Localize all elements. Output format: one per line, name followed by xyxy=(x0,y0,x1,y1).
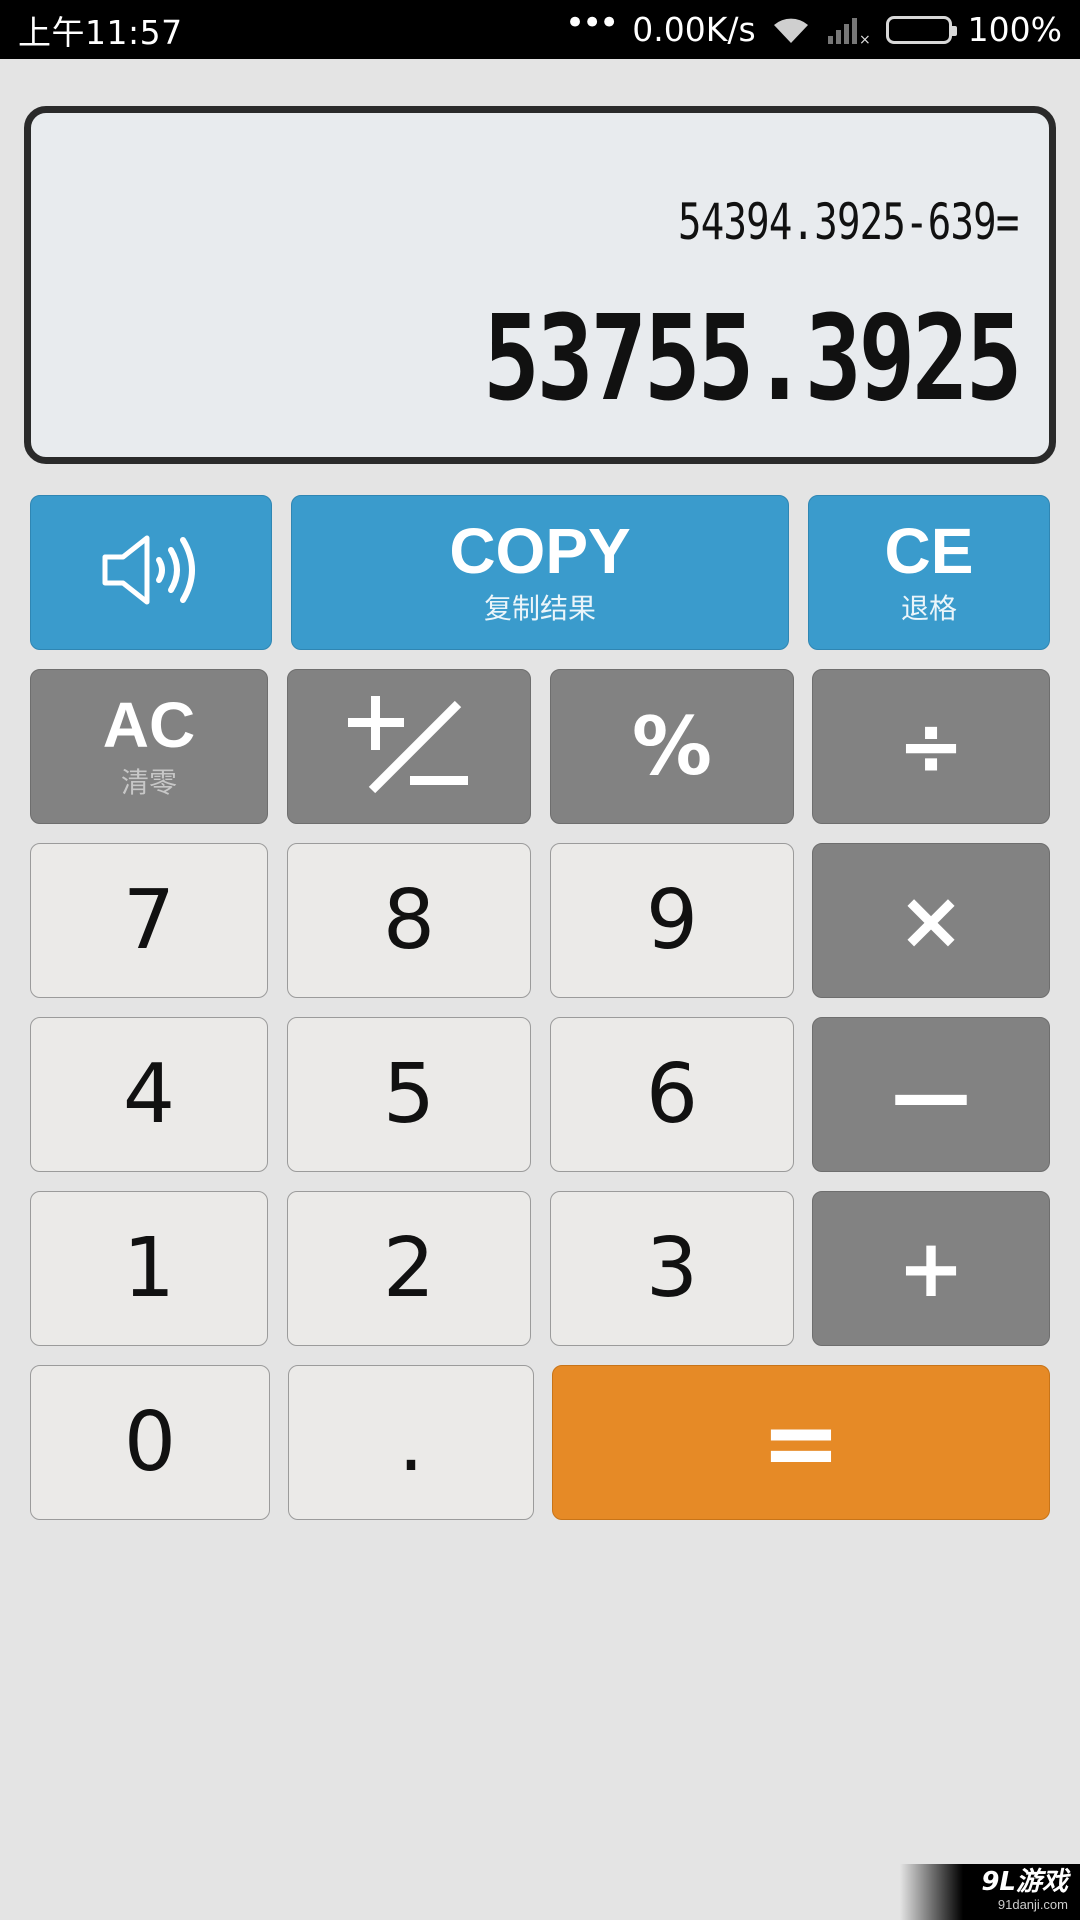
decimal-button[interactable]: . xyxy=(288,1365,534,1520)
watermark-logo: 9L游戏 91danji.com xyxy=(900,1864,1080,1920)
watermark-brand: 9L游戏 xyxy=(981,1867,1068,1897)
decimal-label: . xyxy=(397,1394,425,1490)
digit-5-button[interactable]: 5 xyxy=(287,1017,531,1172)
multiply-label: × xyxy=(897,873,965,967)
ac-sub-label: 清零 xyxy=(120,765,177,799)
percent-label: % xyxy=(631,699,713,793)
digit-5-label: 5 xyxy=(382,1046,436,1142)
watermark-url: 91danji.com xyxy=(997,1896,1068,1912)
copy-button[interactable]: COPY 复制结果 xyxy=(291,495,789,650)
digit-7-button[interactable]: 7 xyxy=(30,843,268,998)
status-right: ••• 0.00K/s × 100% xyxy=(565,6,1062,50)
minus-button[interactable]: — xyxy=(812,1017,1050,1172)
svg-text:×: × xyxy=(859,32,870,46)
digit-9-button[interactable]: 9 xyxy=(550,843,794,998)
copy-label: COPY xyxy=(449,514,631,587)
ce-label: CE xyxy=(884,514,974,587)
digit-1-button[interactable]: 1 xyxy=(30,1191,268,1346)
ac-label: AC xyxy=(102,688,196,761)
calculator-display: 54394.3925-639= 53755.3925 xyxy=(24,106,1056,464)
plus-minus-icon xyxy=(344,694,474,799)
digit-4-label: 4 xyxy=(122,1046,176,1142)
digit-7-label: 7 xyxy=(122,872,176,968)
plus-button[interactable]: + xyxy=(812,1191,1050,1346)
wifi-icon xyxy=(772,15,810,45)
digit-8-button[interactable]: 8 xyxy=(287,843,531,998)
digit-1-label: 1 xyxy=(122,1220,176,1316)
digit-6-label: 6 xyxy=(645,1046,699,1142)
digit-0-button[interactable]: 0 xyxy=(30,1365,270,1520)
divide-label: ÷ xyxy=(897,699,965,793)
signal-icon: × xyxy=(826,14,870,46)
digit-0-label: 0 xyxy=(123,1394,177,1490)
digit-3-button[interactable]: 3 xyxy=(550,1191,794,1346)
digit-3-label: 3 xyxy=(645,1220,699,1316)
digit-4-button[interactable]: 4 xyxy=(30,1017,268,1172)
network-speed: 0.00K/s xyxy=(632,10,756,49)
speaker-icon xyxy=(99,530,203,615)
copy-sub-label: 复制结果 xyxy=(483,591,596,625)
battery-icon xyxy=(885,15,957,44)
backspace-button[interactable]: CE 退格 xyxy=(808,495,1050,650)
more-dots-icon: ••• xyxy=(565,2,619,43)
equals-button[interactable]: = xyxy=(552,1365,1050,1520)
divide-button[interactable]: ÷ xyxy=(812,669,1050,824)
ce-sub-label: 退格 xyxy=(900,591,957,625)
plus-minus-button[interactable] xyxy=(287,669,531,824)
digit-2-button[interactable]: 2 xyxy=(287,1191,531,1346)
status-time: 上午11:57 xyxy=(18,12,183,52)
percent-button[interactable]: % xyxy=(550,669,794,824)
equals-label: = xyxy=(760,1386,842,1499)
battery-percent: 100% xyxy=(967,10,1062,49)
digit-8-label: 8 xyxy=(382,872,436,968)
multiply-button[interactable]: × xyxy=(812,843,1050,998)
status-bar: 上午11:57 ••• 0.00K/s × 100% xyxy=(0,0,1080,59)
minus-label: — xyxy=(891,1047,971,1141)
result-text: 53755.3925 xyxy=(482,289,1023,427)
plus-label: + xyxy=(897,1221,965,1315)
sound-toggle-button[interactable] xyxy=(30,495,272,650)
digit-6-button[interactable]: 6 xyxy=(550,1017,794,1172)
digit-9-label: 9 xyxy=(645,872,699,968)
expression-text: 54394.3925-639= xyxy=(678,193,1019,251)
digit-2-label: 2 xyxy=(382,1220,436,1316)
clear-button[interactable]: AC 清零 xyxy=(30,669,268,824)
